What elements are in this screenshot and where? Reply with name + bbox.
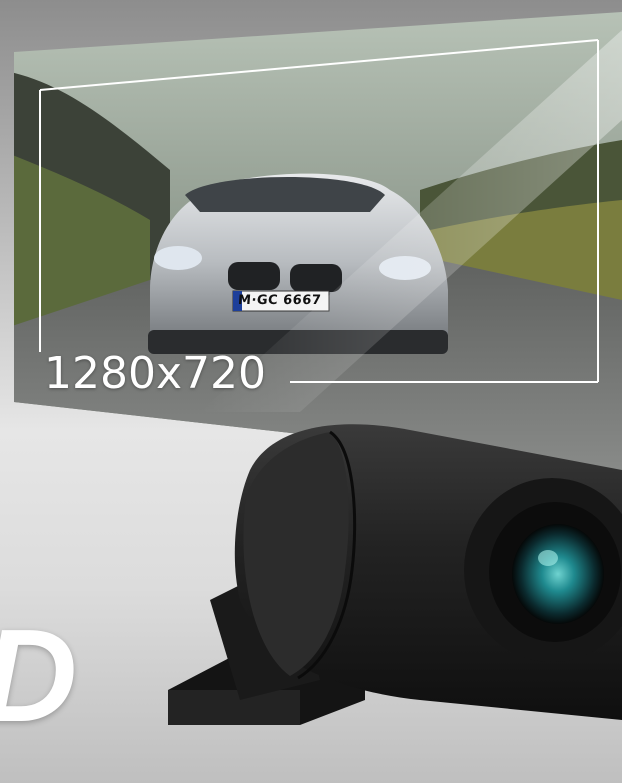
corner-letter: D: [0, 610, 77, 742]
road-photo: [14, 12, 622, 470]
resolution-label: 1280x720: [44, 348, 266, 399]
license-plate-text: M·GC 6667: [237, 293, 322, 308]
